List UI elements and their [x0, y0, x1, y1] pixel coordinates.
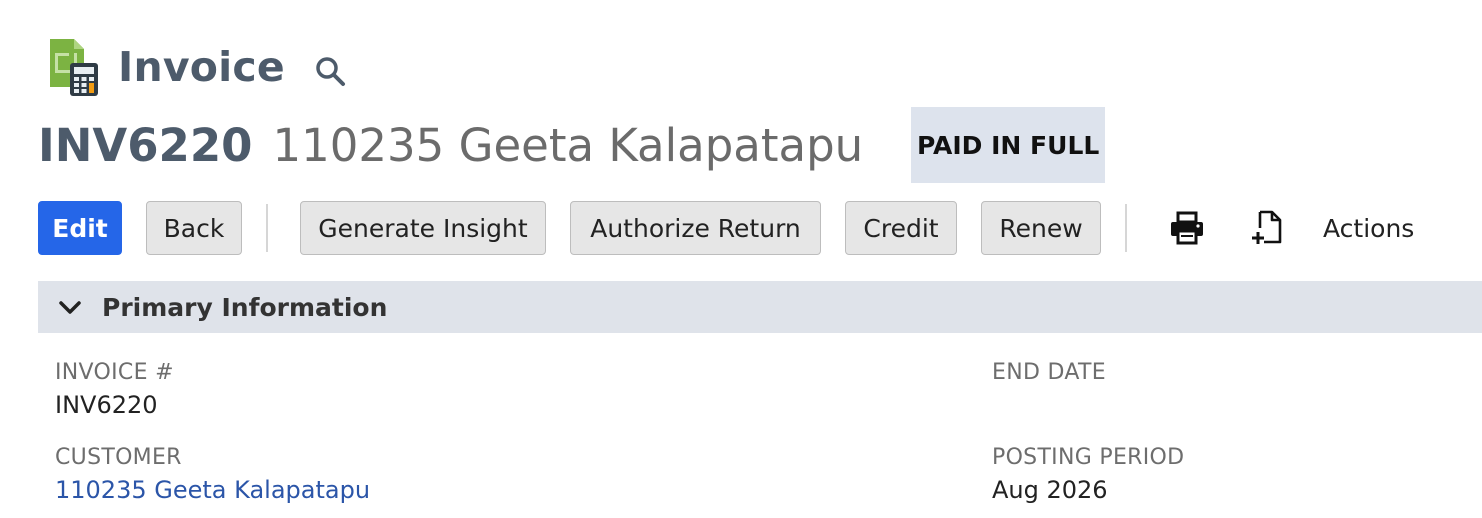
invoice-number-field: INVOICE # INV6220: [55, 358, 174, 422]
field-label: CUSTOMER: [55, 445, 182, 470]
record-toolbar: Edit Back Generate Insight Authorize Ret…: [38, 200, 1414, 256]
field-value: INV6220: [55, 391, 158, 419]
record-name: 110235 Geeta Kalapatapu: [272, 118, 864, 172]
edit-button[interactable]: Edit: [38, 201, 122, 255]
invoice-page: Invoice INV6220 110235 Geeta Kalapatapu …: [0, 0, 1482, 518]
section-title: Primary Information: [102, 292, 388, 322]
actions-menu[interactable]: Actions: [1323, 214, 1414, 243]
status-badge: PAID IN FULL: [911, 107, 1106, 183]
back-button[interactable]: Back: [146, 201, 242, 255]
toolbar-divider: [1125, 204, 1127, 252]
customer-link[interactable]: 110235 Geeta Kalapatapu: [55, 473, 370, 507]
primary-information-section-header[interactable]: Primary Information: [38, 281, 1482, 333]
field-label: INVOICE #: [55, 360, 174, 385]
chevron-down-icon: [58, 295, 82, 319]
toolbar-divider: [266, 204, 268, 252]
customer-field: CUSTOMER 110235 Geeta Kalapatapu: [55, 443, 370, 507]
invoice-calculator-icon: [44, 37, 100, 97]
credit-button[interactable]: Credit: [845, 201, 957, 255]
record-title: INV6220 110235 Geeta Kalapatapu PAID IN …: [38, 106, 1106, 184]
record-type-header: Invoice: [44, 36, 347, 98]
posting-period-field: POSTING PERIOD Aug 2026: [992, 443, 1184, 507]
field-value: Aug 2026: [992, 476, 1108, 504]
authorize-return-button[interactable]: Authorize Return: [570, 201, 821, 255]
field-label: END DATE: [992, 360, 1106, 385]
field-value: [992, 388, 1106, 422]
field-label: POSTING PERIOD: [992, 445, 1185, 470]
renew-button[interactable]: Renew: [981, 201, 1101, 255]
end-date-field: END DATE: [992, 358, 1106, 422]
record-number: INV6220: [38, 118, 253, 172]
record-type-title: Invoice: [118, 43, 285, 91]
print-icon[interactable]: [1167, 208, 1207, 248]
generate-insight-button[interactable]: Generate Insight: [300, 201, 546, 255]
search-icon[interactable]: [315, 56, 347, 88]
new-document-icon[interactable]: [1247, 208, 1287, 248]
